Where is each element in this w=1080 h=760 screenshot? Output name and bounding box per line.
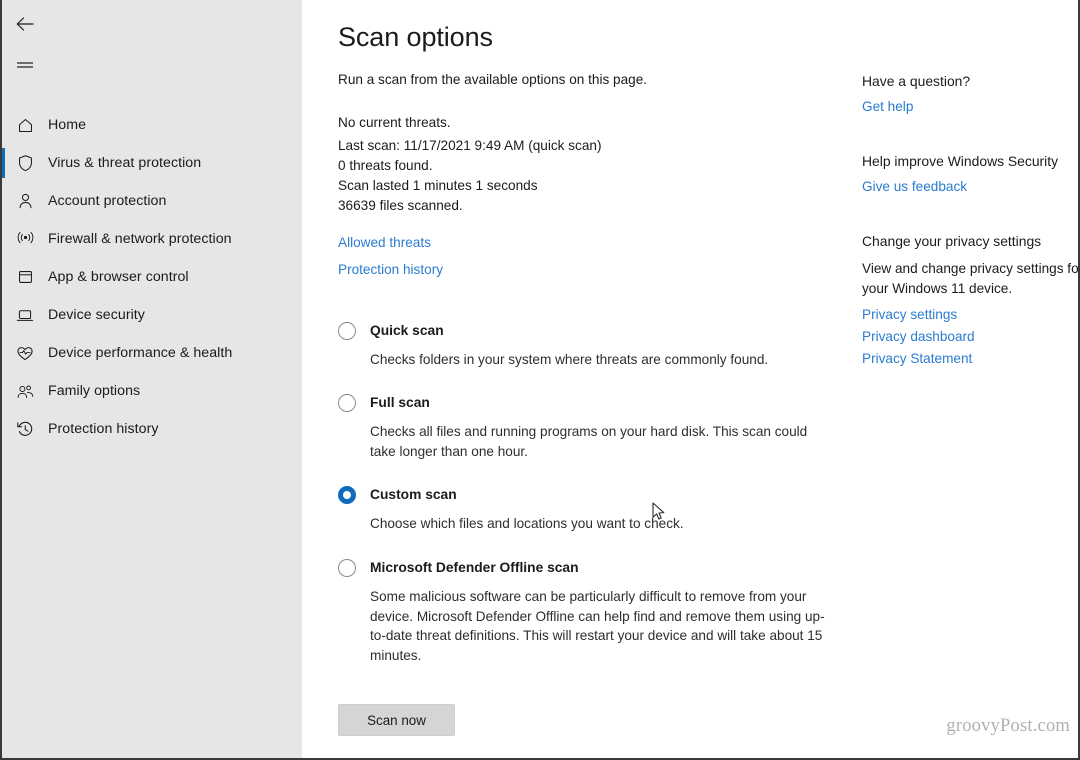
sidebar-item-label: Device performance & health	[48, 345, 233, 361]
sidebar-item-family-options[interactable]: Family options	[2, 372, 302, 410]
navigation-sidebar: Home Virus & threat protection Account p…	[2, 0, 302, 758]
wifi-signal-icon	[12, 231, 38, 247]
help-section-question: Have a question? Get help	[862, 72, 1078, 114]
scan-option-quick-row[interactable]: Quick scan	[338, 321, 838, 340]
scan-options-radio-group: Quick scan Checks folders in your system…	[338, 321, 838, 666]
sidebar-item-label: Firewall & network protection	[48, 231, 232, 247]
help-section-privacy: Change your privacy settings View and ch…	[862, 232, 1080, 366]
section-heading: Have a question?	[862, 73, 971, 89]
sidebar-item-app-browser-control[interactable]: App & browser control	[2, 258, 302, 296]
sidebar-item-device-security[interactable]: Device security	[2, 296, 302, 334]
help-side-panel: Have a question? Get help Help improve W…	[862, 20, 1080, 758]
sidebar-item-device-performance-health[interactable]: Device performance & health	[2, 334, 302, 372]
sidebar-item-label: Account protection	[48, 193, 167, 209]
sidebar-item-label: App & browser control	[48, 269, 189, 285]
sidebar-item-home[interactable]: Home	[2, 106, 302, 144]
status-files-scanned: 36639 files scanned.	[338, 197, 463, 213]
windows-security-window: Home Virus & threat protection Account p…	[0, 0, 1080, 760]
sidebar-nav-list: Home Virus & threat protection Account p…	[2, 106, 302, 448]
scan-status-block: No current threats. Last scan: 11/17/202…	[338, 113, 838, 216]
scan-option-description: Checks folders in your system where thre…	[370, 351, 769, 367]
scan-option-label: Quick scan	[370, 322, 444, 338]
allowed-threats-link[interactable]: Allowed threats	[338, 235, 431, 250]
family-people-icon	[12, 383, 38, 400]
scan-option-offline: Microsoft Defender Offline scan Some mal…	[338, 558, 838, 665]
shield-icon	[12, 154, 38, 172]
section-heading: Change your privacy settings	[862, 233, 1042, 249]
scan-option-label: Custom scan	[370, 487, 457, 503]
browser-window-icon	[12, 269, 38, 285]
scan-options-column: Scan options Run a scan from the availab…	[338, 20, 838, 758]
sidebar-item-label: Home	[48, 117, 87, 133]
sidebar-item-firewall-network-protection[interactable]: Firewall & network protection	[2, 220, 302, 258]
scan-option-offline-row[interactable]: Microsoft Defender Offline scan	[338, 558, 838, 577]
scan-option-description: Some malicious software can be particula…	[370, 588, 825, 663]
radio-defender-offline-scan[interactable]	[338, 558, 356, 577]
scan-option-custom: Custom scan Choose which files and locat…	[338, 485, 838, 534]
help-section-feedback: Help improve Windows Security Give us fe…	[862, 152, 1078, 194]
person-icon	[12, 192, 38, 210]
back-button[interactable]	[2, 6, 48, 42]
status-links-block: Allowed threats Protection history	[338, 235, 838, 277]
scan-option-custom-row[interactable]: Custom scan	[338, 485, 838, 505]
home-icon	[12, 117, 38, 134]
get-help-link[interactable]: Get help	[862, 99, 913, 114]
radio-full-scan[interactable]	[338, 394, 356, 413]
section-heading: Help improve Windows Security	[862, 153, 1059, 169]
hamburger-menu-icon	[16, 60, 34, 72]
sidebar-item-label: Protection history	[48, 421, 159, 437]
page-subtitle: Run a scan from the available options on…	[338, 72, 648, 88]
privacy-dashboard-link[interactable]: Privacy dashboard	[862, 329, 975, 344]
privacy-statement-link[interactable]: Privacy Statement	[862, 351, 972, 366]
scan-option-description: Checks all files and running programs on…	[370, 424, 808, 459]
status-scan-duration: Scan lasted 1 minutes 1 seconds	[338, 177, 538, 193]
sidebar-item-protection-history[interactable]: Protection history	[2, 410, 302, 448]
laptop-icon	[12, 308, 38, 323]
sidebar-item-account-protection[interactable]: Account protection	[2, 182, 302, 220]
protection-history-link[interactable]: Protection history	[338, 262, 443, 277]
main-content: Scan options Run a scan from the availab…	[302, 0, 1080, 758]
section-body: View and change privacy settings for you…	[862, 261, 1080, 296]
scan-option-label: Microsoft Defender Offline scan	[370, 559, 579, 575]
history-clock-icon	[12, 420, 38, 438]
hamburger-menu-button[interactable]	[2, 48, 48, 84]
watermark: groovyPost.com	[946, 716, 1070, 736]
sidebar-item-virus-threat-protection[interactable]: Virus & threat protection	[2, 144, 302, 182]
page-title: Scan options	[338, 22, 493, 52]
scan-option-full: Full scan Checks all files and running p…	[338, 393, 838, 461]
scan-option-quick: Quick scan Checks folders in your system…	[338, 321, 838, 370]
privacy-settings-link[interactable]: Privacy settings	[862, 307, 957, 322]
sidebar-item-label: Device security	[48, 307, 145, 323]
heart-pulse-icon	[12, 345, 38, 362]
radio-quick-scan[interactable]	[338, 321, 356, 340]
scan-option-full-row[interactable]: Full scan	[338, 393, 838, 413]
scan-now-button[interactable]: Scan now	[338, 704, 455, 737]
back-arrow-icon	[15, 16, 35, 32]
scan-option-label: Full scan	[370, 395, 430, 411]
radio-custom-scan[interactable]	[338, 486, 356, 505]
give-us-feedback-link[interactable]: Give us feedback	[862, 179, 967, 194]
status-current-threats: No current threats.	[338, 115, 451, 131]
scan-option-description: Choose which files and locations you wan…	[370, 516, 684, 532]
status-threats-found: 0 threats found.	[338, 157, 433, 173]
sidebar-item-label: Virus & threat protection	[48, 155, 202, 171]
sidebar-item-label: Family options	[48, 383, 141, 399]
status-last-scan: Last scan: 11/17/2021 9:49 AM (quick sca…	[338, 137, 602, 153]
